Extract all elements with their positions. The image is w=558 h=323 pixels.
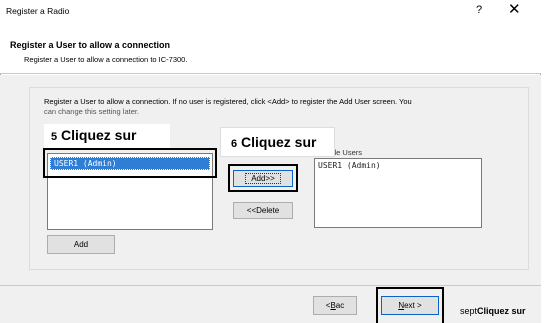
callout-5-highlight (43, 148, 217, 178)
footer-area (0, 285, 541, 323)
callout-6-number: 6 (231, 138, 238, 150)
page-title: Register a User to allow a connection (10, 40, 171, 50)
back-button[interactable]: < Bac (313, 296, 357, 315)
page-subtitle: Register a User to allow a connection to… (24, 55, 188, 64)
description: Register a User to allow a connection. I… (44, 97, 520, 118)
callout-6-highlight (228, 164, 298, 192)
callout-7-number: sept (460, 306, 478, 316)
callout-6-text: Cliquez sur (241, 134, 317, 150)
callout-5-text: Cliquez sur (61, 127, 137, 143)
callout-6-label: 6 Cliquez sur (220, 127, 335, 157)
accessible-users-list[interactable]: USER1 (Admin) (314, 158, 482, 228)
add-user-button[interactable]: Add (47, 235, 115, 254)
list-item[interactable]: USER1 (Admin) (315, 159, 481, 171)
title-bar (0, 0, 541, 24)
help-icon[interactable]: ? (476, 4, 482, 16)
description-line-2: can change this setting later. (44, 107, 140, 116)
back-rest: ac (335, 301, 345, 310)
callout-7-text: Cliquez sur (477, 306, 526, 316)
callout-5-number: 5 (51, 131, 58, 143)
callout-7-label: septCliquez sur (460, 306, 526, 316)
description-line-1: Register a User to allow a connection. I… (44, 97, 412, 106)
close-icon[interactable]: ✕ (508, 2, 521, 17)
window-title: Register a Radio (6, 6, 70, 16)
callout-5-label: 5 Cliquez sur (44, 124, 170, 148)
delete-button[interactable]: <<Delete (233, 202, 293, 219)
callout-7-highlight (376, 287, 444, 323)
